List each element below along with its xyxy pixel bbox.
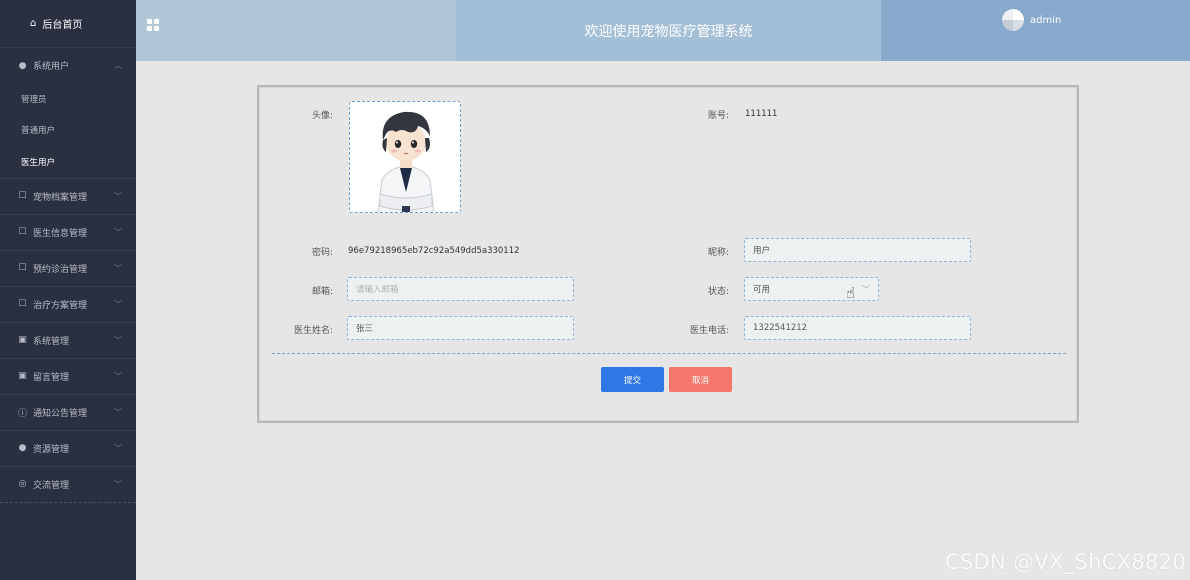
password-label: 密码: — [311, 248, 333, 258]
sidebar-item-exchange[interactable]: ◎ 交流管理 ﹀ — [0, 467, 136, 502]
doctor-form-card: 头像: 账号: 111111 密码: 96e79218965eb72c92a54… — [257, 85, 1079, 423]
email-field[interactable]: 请输入邮箱 — [347, 277, 574, 301]
cancel-button[interactable]: 取消 — [669, 367, 732, 392]
chevron-down-icon: ﹀ — [114, 191, 122, 201]
chevron-down-icon: ﹀ — [114, 227, 122, 237]
doctor-phone-field[interactable]: 1322541212 — [744, 316, 971, 340]
avatar-label: 头像: — [311, 111, 333, 121]
sidebar-divider — [0, 501, 136, 503]
sidebar-group-notices: ⓘ 通知公告管理 ﹀ — [0, 393, 136, 430]
chevron-down-icon: ﹀ — [114, 299, 122, 309]
account-label: 账号: — [707, 111, 729, 121]
sidebar-item-resources[interactable]: ● 资源管理 ﹀ — [0, 431, 136, 466]
sidebar-item-label: 交流管理 — [33, 480, 70, 491]
top-header: 欢迎使用宠物医疗管理系统 admin — [136, 0, 1190, 61]
folder-icon: ☐ — [18, 191, 27, 201]
sidebar-subitem-normal-user[interactable]: 普通用户 — [0, 115, 136, 147]
status-select[interactable]: 可用 ﹀ — [744, 277, 879, 301]
sidebar-group-system-users: ● 系统用户 ︿ 管理员 普通用户 医生用户 — [0, 47, 136, 178]
chevron-down-icon: ﹀ — [114, 479, 122, 489]
sidebar-item-label: 系统管理 — [33, 336, 70, 347]
hand-cursor-icon: ☝ — [846, 284, 856, 302]
nickname-label: 昵称: — [707, 248, 729, 258]
user-icon: ● — [18, 60, 27, 71]
chevron-up-icon: ︿ — [114, 61, 122, 70]
doctor-phone-label: 医生电话: — [689, 326, 729, 336]
sidebar: ⌂ 后台首页 ● 系统用户 ︿ 管理员 普通用户 医生用户 ☐ 宠物档案管理 ﹀… — [0, 0, 136, 580]
sidebar-subitem-doctor-user[interactable]: 医生用户 — [0, 146, 136, 178]
sidebar-item-label: 系统用户 — [33, 62, 70, 72]
password-value: 96e79218965eb72c92a549dd5a330112 — [348, 246, 520, 256]
sidebar-item-pet-records[interactable]: ☐ 宠物档案管理 ﹀ — [0, 179, 136, 214]
chat-icon: ◎ — [18, 479, 27, 489]
status-label: 状态: — [707, 287, 729, 297]
grid-menu-icon[interactable] — [147, 19, 159, 31]
email-label: 邮箱: — [311, 287, 333, 297]
sidebar-item-label: 资源管理 — [33, 444, 70, 455]
page-title: 欢迎使用宠物医疗管理系统 — [456, 0, 881, 61]
folder-icon: ☐ — [18, 263, 27, 273]
avatar-upload[interactable] — [349, 101, 461, 213]
info-icon: ⓘ — [17, 408, 27, 419]
location-icon: ● — [18, 443, 27, 453]
picture-icon: ▣ — [18, 335, 27, 345]
chevron-down-icon: ﹀ — [862, 284, 870, 294]
sidebar-item-system[interactable]: ▣ 系统管理 ﹀ — [0, 323, 136, 358]
chevron-down-icon: ﹀ — [114, 371, 122, 381]
chevron-down-icon: ﹀ — [114, 263, 122, 273]
header-user-area: admin — [881, 0, 1190, 61]
sidebar-group-pet-records: ☐ 宠物档案管理 ﹀ — [0, 177, 136, 214]
sidebar-item-notices[interactable]: ⓘ 通知公告管理 ﹀ — [0, 395, 136, 430]
sidebar-item-doctor-info[interactable]: ☐ 医生信息管理 ﹀ — [0, 215, 136, 250]
folder-icon: ☐ — [18, 299, 27, 309]
sidebar-home[interactable]: ⌂ 后台首页 — [0, 0, 136, 47]
sidebar-group-treatment: ☐ 治疗方案管理 ﹀ — [0, 285, 136, 322]
picture-icon: ▣ — [18, 371, 27, 381]
sidebar-item-system-users[interactable]: ● 系统用户 ︿ — [0, 48, 136, 83]
chevron-down-icon: ﹀ — [114, 443, 122, 453]
sidebar-group-appointments: ☐ 预约诊治管理 ﹀ — [0, 249, 136, 286]
sidebar-group-system: ▣ 系统管理 ﹀ — [0, 321, 136, 358]
status-select-value: 可用 — [753, 285, 771, 295]
sidebar-item-label: 治疗方案管理 — [33, 300, 88, 311]
folder-icon: ☐ — [18, 227, 27, 237]
doctor-avatar-image — [377, 111, 435, 212]
sidebar-group-messages: ▣ 留言管理 ﹀ — [0, 357, 136, 394]
sidebar-item-messages[interactable]: ▣ 留言管理 ﹀ — [0, 359, 136, 394]
sidebar-item-label: 留言管理 — [33, 372, 70, 383]
sidebar-group-exchange: ◎ 交流管理 ﹀ — [0, 465, 136, 502]
sidebar-group-resources: ● 资源管理 ﹀ — [0, 429, 136, 466]
sidebar-item-label: 医生信息管理 — [33, 228, 88, 239]
nickname-field[interactable]: 用户 — [744, 238, 971, 262]
account-value: 111111 — [745, 109, 778, 119]
chevron-down-icon: ﹀ — [114, 335, 122, 345]
sidebar-group-doctor-info: ☐ 医生信息管理 ﹀ — [0, 213, 136, 250]
submit-button[interactable]: 提交 — [601, 367, 664, 392]
sidebar-subitem-admin[interactable]: 管理员 — [0, 83, 136, 115]
sidebar-item-label: 通知公告管理 — [33, 408, 88, 419]
sidebar-item-label: 预约诊治管理 — [33, 264, 88, 275]
sidebar-item-label: 宠物档案管理 — [33, 192, 88, 203]
avatar[interactable] — [1002, 9, 1024, 31]
sidebar-home-label: 后台首页 — [42, 20, 83, 31]
sidebar-item-treatment[interactable]: ☐ 治疗方案管理 ﹀ — [0, 287, 136, 322]
chevron-down-icon: ﹀ — [114, 407, 122, 417]
header-left — [136, 0, 456, 61]
home-icon: ⌂ — [30, 18, 37, 29]
form-divider — [272, 353, 1066, 354]
doctor-name-field[interactable]: 张三 — [347, 316, 574, 340]
doctor-name-label: 医生姓名: — [293, 326, 333, 336]
watermark: CSDN @VX_ShCX8820 — [944, 550, 1186, 574]
user-name[interactable]: admin — [1030, 15, 1061, 26]
sidebar-item-appointments[interactable]: ☐ 预约诊治管理 ﹀ — [0, 251, 136, 286]
